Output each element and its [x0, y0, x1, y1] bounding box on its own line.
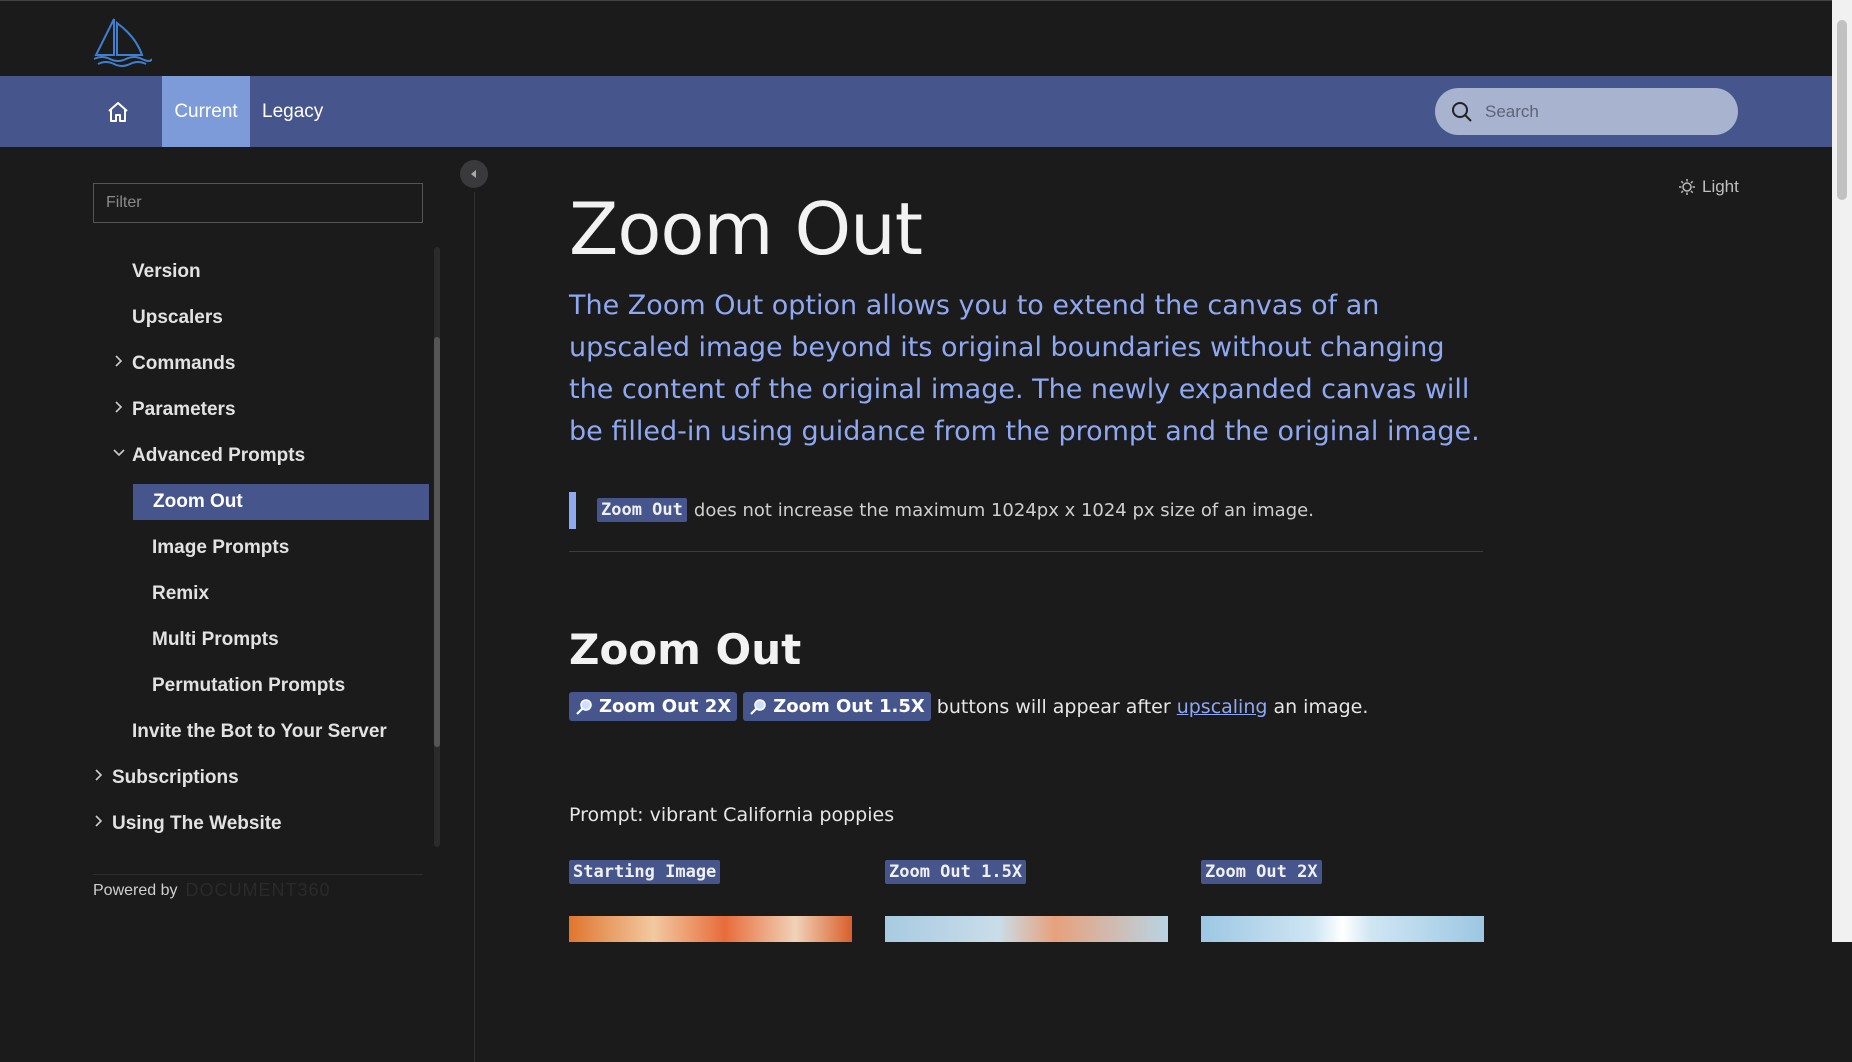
sidebar-item-remix[interactable]: Remix	[152, 576, 209, 612]
image-label-zoom-15x: Zoom Out 1.5X	[885, 860, 1027, 884]
sidebar-item-label: Using The Website	[112, 813, 282, 834]
sidebar-item-advanced-prompts[interactable]: Advanced Prompts	[113, 438, 306, 474]
sidebar-item-label: Invite the Bot to Your Server	[132, 721, 387, 742]
search-input[interactable]	[1485, 101, 1725, 122]
sidebar-item-label: Version	[132, 261, 201, 282]
zoom-2x-image[interactable]	[1201, 916, 1484, 942]
sidebar-item-invite-bot[interactable]: Invite the Bot to Your Server	[132, 714, 387, 750]
sidebar-item-label: Parameters	[132, 399, 236, 420]
magnifier-icon	[750, 698, 766, 715]
zoom-out-2x-badge: Zoom Out 2X	[569, 692, 738, 721]
sidebar-item-commands[interactable]: Commands	[115, 346, 236, 382]
tab-legacy[interactable]: Legacy	[250, 76, 335, 147]
zoom-15x-image[interactable]	[885, 916, 1168, 942]
home-icon	[108, 101, 128, 122]
zoom-out-2x-label: Zoom Out 2X	[599, 696, 732, 717]
search-box[interactable]	[1435, 88, 1738, 135]
sun-gear-icon	[1679, 179, 1695, 195]
sidebar-item-label: Remix	[152, 583, 210, 604]
upscaling-link[interactable]: upscaling	[1177, 696, 1268, 718]
sidebar-item-parameters[interactable]: Parameters	[115, 392, 236, 428]
lead-paragraph: The Zoom Out option allows you to extend…	[569, 290, 1480, 447]
powered-by-label: Powered by	[93, 881, 178, 899]
chevron-right-icon[interactable]	[92, 814, 106, 828]
sidebar-item-permutation-prompts[interactable]: Permutation Prompts	[152, 668, 345, 704]
callout-bar	[569, 492, 576, 529]
sidebar-item-multi-prompts[interactable]: Multi Prompts	[152, 622, 279, 658]
sidebar-item-zoom-out[interactable]: Zoom Out	[133, 484, 429, 520]
top-header	[0, 0, 1832, 76]
sidebar-item-label: Advanced Prompts	[132, 445, 306, 466]
callout-note: Zoom Out does not increase the maximum 1…	[569, 492, 1483, 552]
sidebar-item-subscriptions[interactable]: Subscriptions	[95, 760, 239, 796]
sailboat-logo-icon[interactable]	[92, 15, 152, 67]
page-title: Zoom Out	[569, 187, 923, 271]
article: Light Zoom Out The Zoom Out option allow…	[475, 147, 1832, 942]
tab-current[interactable]: Current	[162, 76, 250, 147]
magnifier-icon	[576, 698, 592, 715]
section-heading: Zoom Out	[569, 625, 802, 674]
filter-input[interactable]	[93, 183, 423, 223]
chevron-right-icon[interactable]	[92, 768, 106, 782]
sidebar-item-label: Upscalers	[132, 307, 223, 328]
sidebar: Version Upscalers Commands Parameters Ad…	[0, 147, 488, 1062]
image-label-zoom-2x: Zoom Out 2X	[1201, 860, 1322, 884]
powered-by: Powered by DOCUMENT360	[93, 880, 331, 901]
page-scrollbar-thumb[interactable]	[1837, 20, 1847, 200]
theme-label: Light	[1702, 177, 1739, 196]
sidebar-item-version[interactable]: Version	[132, 254, 201, 290]
sidebar-item-label: Image Prompts	[152, 537, 290, 558]
powered-divider	[93, 874, 423, 875]
image-label-starting: Starting Image	[569, 860, 721, 884]
chevron-right-icon[interactable]	[112, 354, 126, 368]
page-scrollbar[interactable]	[1832, 0, 1852, 942]
document360-logo[interactable]: DOCUMENT360	[186, 880, 331, 901]
home-button[interactable]	[96, 76, 140, 147]
theme-toggle[interactable]: Light	[1678, 177, 1739, 197]
sidebar-item-image-prompts[interactable]: Image Prompts	[152, 530, 289, 566]
zoom-out-15x-badge: Zoom Out 1.5X	[743, 692, 931, 721]
sidebar-item-label: Commands	[132, 353, 236, 374]
sidebar-item-label: Zoom Out	[153, 491, 243, 512]
sidebar-item-upscalers[interactable]: Upscalers	[132, 300, 223, 336]
search-icon	[1452, 101, 1472, 122]
sidebar-item-using-the-website[interactable]: Using The Website	[95, 806, 282, 842]
starting-image[interactable]	[569, 916, 852, 942]
zoom-out-15x-label: Zoom Out 1.5X	[773, 696, 925, 717]
tree-scrollbar[interactable]	[434, 247, 440, 847]
sidebar-item-label: Permutation Prompts	[152, 675, 346, 696]
chevron-right-icon[interactable]	[112, 400, 126, 414]
callout-text: Zoom Out does not increase the maximum 1…	[597, 498, 1314, 522]
sidebar-item-label: Subscriptions	[112, 767, 239, 788]
chevron-down-icon[interactable]	[112, 446, 126, 460]
callout-body: does not increase the maximum 1024px x 1…	[693, 499, 1314, 521]
tree-scrollbar-thumb[interactable]	[434, 337, 440, 747]
main-nav: Current Legacy	[0, 76, 1832, 147]
sidebar-item-label: Multi Prompts	[152, 629, 279, 650]
zoom-buttons-line: Zoom Out 2X Zoom Out 1.5X buttons will a…	[569, 692, 1368, 721]
prompt-text: Prompt: vibrant California poppies	[569, 804, 895, 826]
zoom-text-a: buttons will appear after	[936, 695, 1171, 718]
zoom-text-b: an image.	[1273, 695, 1369, 718]
inline-code: Zoom Out	[597, 498, 687, 522]
